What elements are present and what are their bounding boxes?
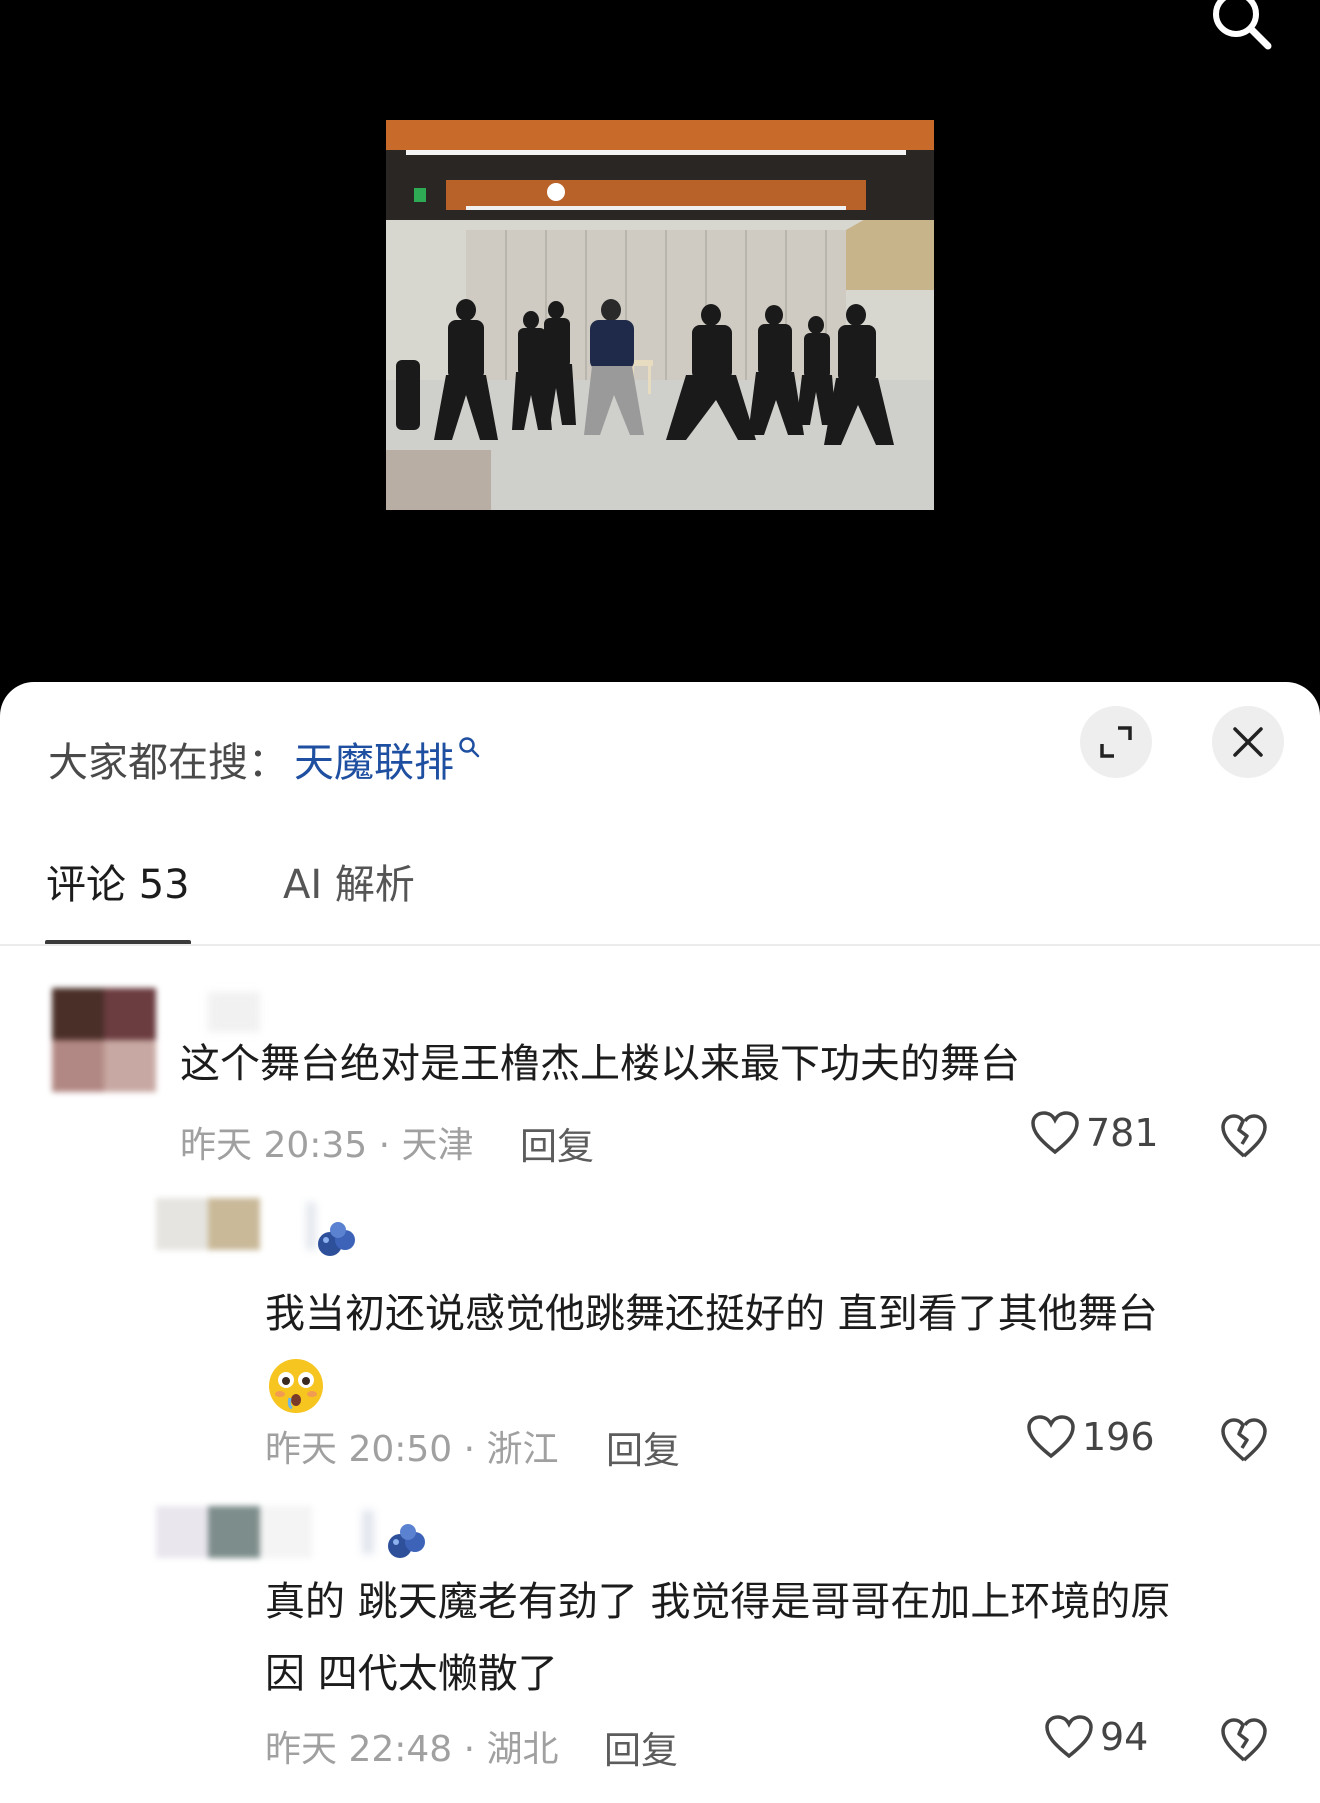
video-thumbnail[interactable] — [386, 120, 934, 510]
blueberry-icon — [318, 1222, 355, 1256]
comment-meta: 昨天 20:35 · 天津 — [180, 1125, 474, 1166]
comment-text-line-2: 因 四代太懒散了 — [265, 1651, 558, 1697]
username[interactable] — [362, 1510, 374, 1554]
avatar[interactable] — [156, 1506, 312, 1558]
tab-divider — [0, 944, 1320, 946]
tab-ai-analysis[interactable]: AI 解析 — [283, 852, 415, 910]
video-area[interactable] — [0, 0, 1320, 700]
avatar[interactable] — [156, 1198, 260, 1250]
reply-button[interactable]: 回复 — [606, 1420, 680, 1474]
close-button[interactable] — [1212, 706, 1284, 778]
username[interactable] — [208, 992, 260, 1032]
expand-icon — [1100, 726, 1132, 758]
search-icon[interactable] — [1202, 0, 1282, 52]
like-count: 196 — [1082, 1415, 1155, 1459]
comment-sheet: 大家都在搜： 天魔联排 评论 53 AI 解析 这个舞台绝对是王橹杰上楼以来最下… — [0, 682, 1320, 1803]
dislike-icon[interactable] — [1220, 1416, 1268, 1464]
heart-icon — [1027, 1415, 1075, 1459]
close-icon — [1233, 727, 1263, 757]
reply-button[interactable]: 回复 — [604, 1720, 678, 1774]
comment-text: 我当初还说感觉他跳舞还挺好的 直到看了其他舞台 — [265, 1291, 1158, 1337]
comment-text-line-1: 真的 跳天魔老有劲了 我觉得是哥哥在加上环境的原 — [265, 1579, 1171, 1625]
flushed-face-emoji — [266, 1356, 326, 1416]
dislike-icon[interactable] — [1220, 1716, 1268, 1764]
blueberry-icon — [388, 1524, 425, 1558]
hot-search-prefix: 大家都在搜： — [48, 740, 288, 786]
reply-button[interactable]: 回复 — [520, 1116, 594, 1170]
comment-text: 这个舞台绝对是王橹杰上楼以来最下功夫的舞台 — [180, 1041, 1020, 1087]
avatar[interactable] — [52, 988, 156, 1092]
tab-comments[interactable]: 评论 53 — [46, 852, 190, 910]
like-button[interactable]: 94 — [1044, 1714, 1148, 1760]
like-count: 781 — [1086, 1111, 1159, 1155]
comment-meta: 昨天 22:48 · 湖北 — [265, 1729, 559, 1770]
hot-search-bar[interactable]: 大家都在搜： 天魔联排 — [48, 732, 480, 786]
like-button[interactable]: 781 — [1030, 1110, 1159, 1156]
like-button[interactable]: 196 — [1026, 1414, 1155, 1460]
expand-button[interactable] — [1080, 706, 1152, 778]
like-count: 94 — [1100, 1715, 1149, 1759]
heart-icon — [1031, 1111, 1079, 1155]
hot-search-keyword[interactable]: 天魔联排 — [294, 730, 454, 788]
small-search-icon — [458, 722, 480, 768]
dislike-icon[interactable] — [1220, 1112, 1268, 1160]
heart-icon — [1045, 1715, 1093, 1759]
comment-meta: 昨天 20:50 · 浙江 — [265, 1429, 559, 1470]
tab-bar: 评论 53 AI 解析 — [0, 852, 1320, 928]
